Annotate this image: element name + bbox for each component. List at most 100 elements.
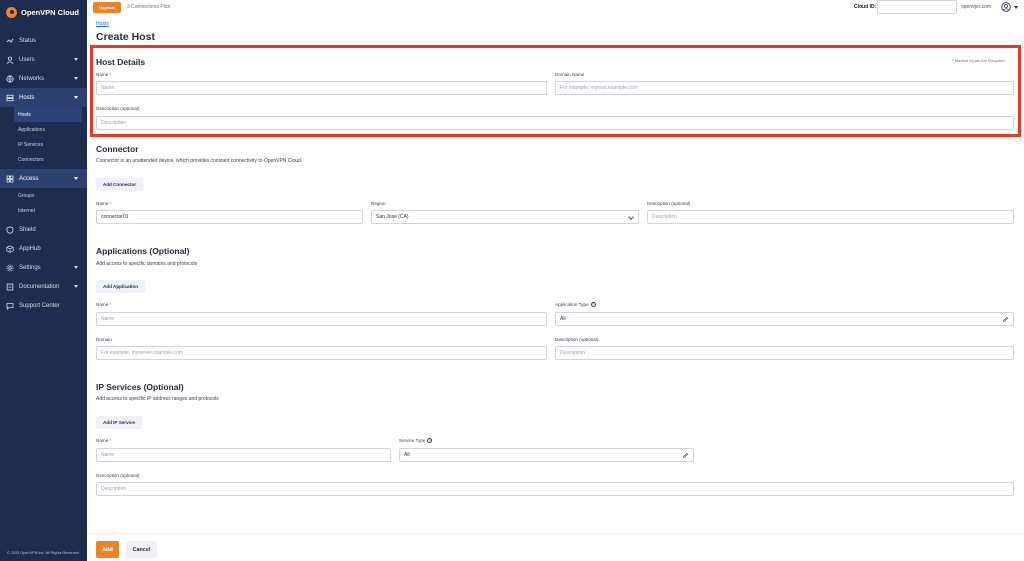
host-description-input[interactable]: Description	[96, 116, 1014, 130]
connector-description: Connector is an unattended device, which…	[96, 158, 303, 164]
ip-service-description-label: Description (optional)	[96, 473, 140, 478]
pencil-icon[interactable]	[1002, 316, 1009, 323]
sidebar-item-status[interactable]: Status	[0, 31, 87, 50]
sidebar-item-shield[interactable]: Shield	[0, 220, 87, 239]
sidebar-item-label: Documentation	[19, 283, 60, 290]
sidebar-subitem-ip-services[interactable]: IP Services	[0, 137, 87, 152]
breadcrumb-hosts[interactable]: Hosts	[96, 21, 109, 27]
add-application-button[interactable]: Add Application	[96, 280, 145, 293]
chevron-down-icon	[628, 214, 634, 220]
host-name-label: Name*	[96, 72, 112, 77]
application-description-label: Description (optional)	[555, 337, 599, 342]
ip-service-name-input[interactable]: Name	[96, 448, 391, 462]
sidebar-item-label: Shield	[19, 226, 36, 233]
domain-suffix: openvpn.com	[961, 4, 992, 10]
required-note: * Marked Inputs Are Required	[952, 58, 1005, 63]
application-name-input[interactable]: Name	[96, 312, 547, 326]
application-domain-input[interactable]: For example, myserver.example.com	[96, 346, 547, 360]
sidebar-subitem-hosts[interactable]: Hosts	[14, 107, 82, 122]
sidebar-subitem-applications[interactable]: Applications	[0, 122, 87, 137]
add-button[interactable]: Add	[96, 541, 119, 558]
sidebar-item-access[interactable]: Access	[0, 169, 87, 188]
connector-description-input[interactable]: Description	[647, 210, 1014, 224]
plan-text: 3 Connections Plan	[127, 4, 171, 10]
sidebar-item-label: Access	[19, 175, 39, 182]
connector-title: Connector	[96, 144, 139, 154]
chevron-down-icon	[74, 58, 78, 61]
applications-title: Applications (Optional)	[96, 246, 190, 256]
chevron-down-icon	[74, 266, 78, 269]
chevron-down-icon	[74, 177, 78, 180]
cloud-id-input[interactable]	[877, 0, 957, 14]
copyright-text: © 2022 OpenVPN Inc. All Rights Reserved	[7, 551, 79, 555]
sidebar-item-label: Users	[19, 56, 35, 63]
help-icon[interactable]: ?	[590, 302, 596, 308]
connector-name-input[interactable]: connector01	[96, 210, 363, 224]
chevron-down-icon	[74, 77, 78, 80]
brand[interactable]: OpenVPN Cloud	[0, 0, 87, 24]
applications-description: Add access to specific domains and proto…	[96, 261, 198, 267]
connector-name-label-text: Name	[96, 201, 109, 206]
gear-icon	[6, 264, 14, 272]
help-icon[interactable]: ?	[427, 438, 433, 444]
page-title: Create Host	[96, 31, 155, 43]
connector-description-label: Description (optional)	[647, 201, 691, 206]
chevron-down-icon	[74, 96, 78, 99]
ip-service-name-label-text: Name	[96, 438, 109, 443]
book-icon	[6, 283, 14, 291]
host-domain-label: Domain Name	[555, 72, 585, 77]
service-type-select[interactable]: All	[399, 448, 694, 462]
add-ip-service-button[interactable]: Add IP Service	[96, 416, 142, 429]
service-type-label-text: Service Type	[399, 438, 426, 443]
brand-name: OpenVPN Cloud	[21, 7, 79, 17]
connector-name-label: Name*	[96, 201, 112, 206]
openvpn-logo-icon	[6, 6, 17, 18]
chevron-down-icon[interactable]	[1014, 6, 1018, 9]
sidebar-item-documentation[interactable]: Documentation	[0, 277, 87, 296]
server-icon	[6, 94, 14, 102]
ip-service-name-label: Name*	[96, 438, 112, 443]
application-type-label: Application Type?	[555, 302, 596, 308]
sidebar-item-hosts[interactable]: Hosts	[0, 88, 87, 107]
ip-service-description-input[interactable]: Description	[96, 482, 1014, 496]
ip-services-description: Add access to specific IP address ranges…	[96, 396, 219, 402]
sidebar-subitem-internet[interactable]: Internet	[0, 203, 87, 218]
sidebar-subitem-connectors[interactable]: Connectors	[0, 152, 87, 167]
sidebar-item-settings[interactable]: Settings	[0, 258, 87, 277]
host-domain-input[interactable]: For example, myhost.example.com	[555, 81, 1014, 95]
box-icon	[6, 244, 14, 253]
host-description-label: Description (optional)	[96, 106, 140, 111]
service-type-label: Service Type?	[399, 438, 433, 444]
host-name-input[interactable]: Name	[96, 81, 547, 95]
sidebar-item-label: Status	[19, 37, 37, 44]
host-details-title: Host Details	[96, 57, 146, 67]
application-type-label-text: Application Type	[555, 302, 589, 307]
status-icon	[6, 37, 14, 45]
required-note-text: Marked Inputs Are Required	[954, 58, 1005, 63]
sidebar-nav: Status Users Networks Hosts Hosts Applic…	[0, 31, 87, 315]
cancel-button[interactable]: Cancel	[126, 541, 157, 558]
grid-icon	[6, 175, 14, 183]
sidebar-item-label: AppHub	[19, 245, 41, 252]
chat-icon	[6, 302, 14, 310]
shield-icon	[6, 225, 14, 234]
application-name-label: Name*	[96, 302, 112, 307]
sidebar-item-users[interactable]: Users	[0, 50, 87, 69]
sidebar-item-apphub[interactable]: AppHub	[0, 239, 87, 258]
upgrade-button[interactable]: Upgrade	[93, 2, 121, 13]
user-account-icon[interactable]	[1001, 2, 1011, 12]
application-name-label-text: Name	[96, 302, 109, 307]
sidebar-subitem-groups[interactable]: Groups	[0, 188, 87, 203]
application-type-select[interactable]: All	[555, 312, 1014, 326]
top-bar: Upgrade 3 Connections Plan Cloud ID: ope…	[87, 0, 1024, 15]
sidebar-item-label: Settings	[19, 264, 41, 271]
pencil-icon[interactable]	[682, 452, 689, 459]
application-description-input[interactable]: Description	[555, 346, 1014, 360]
sidebar-item-support-center[interactable]: Support Center	[0, 296, 87, 315]
region-select[interactable]: San Jose (CA)	[371, 210, 639, 224]
application-domain-label: Domain	[96, 337, 112, 342]
service-type-value: All	[404, 452, 410, 458]
sidebar-item-networks[interactable]: Networks	[0, 69, 87, 88]
host-name-label-text: Name	[96, 72, 109, 77]
add-connector-button[interactable]: Add Connector	[96, 178, 143, 191]
